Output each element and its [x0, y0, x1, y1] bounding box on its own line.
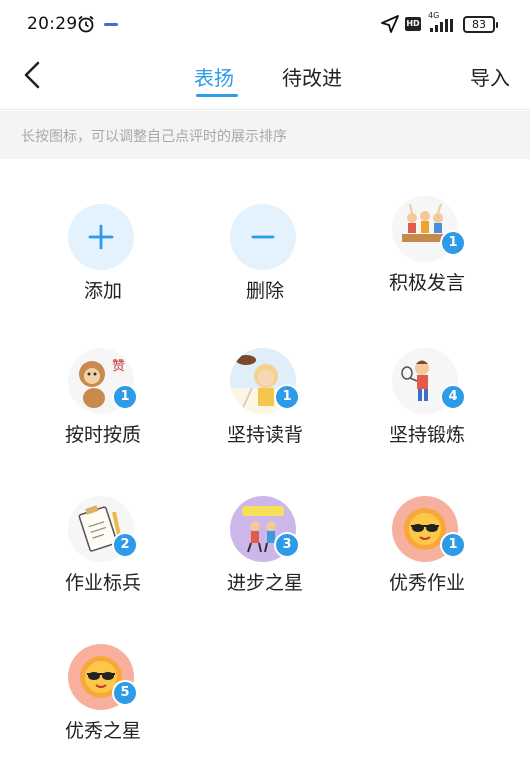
comment-item[interactable]: 1 积极发言: [339, 160, 515, 310]
item-label: 进步之星: [226, 572, 303, 594]
comment-item[interactable]: 1 优秀作业: [339, 456, 515, 606]
add-circle[interactable]: [68, 204, 134, 270]
app-notification-icon: [104, 23, 118, 26]
status-time: 20:29: [27, 14, 78, 34]
delete-item-button[interactable]: 删除: [177, 160, 353, 310]
battery-indicator: 83: [463, 16, 498, 33]
delete-circle[interactable]: [230, 204, 296, 270]
hd-badge: HD: [405, 17, 421, 31]
item-label: 坚持锻炼: [388, 424, 465, 446]
item-count-badge: 4: [440, 384, 466, 410]
item-label: 作业标兵: [64, 572, 141, 594]
comment-item[interactable]: 2 作业标兵: [15, 456, 191, 606]
item-label: 坚持读背: [226, 424, 303, 446]
alarm-icon: [78, 15, 94, 33]
item-count-badge: 5: [112, 680, 138, 706]
signal-icon: [430, 19, 453, 32]
item-count-badge: 1: [112, 384, 138, 410]
status-bar: 20:29 HD 4G 83: [0, 0, 530, 48]
item-count-badge: 2: [112, 532, 138, 558]
item-label: 积极发言: [388, 272, 465, 294]
header: 表扬 待改进 导入: [0, 48, 530, 110]
comment-item[interactable]: 1 坚持读背: [177, 308, 353, 458]
plus-icon: [88, 224, 114, 250]
item-count-badge: 1: [440, 230, 466, 256]
location-arrow-icon: [381, 15, 399, 33]
hint-text: 长按图标，可以调整自己点评时的展示排序: [21, 129, 287, 145]
comment-item[interactable]: 4 坚持锻炼: [339, 308, 515, 458]
item-label: 按时按质: [64, 424, 141, 446]
tab-praise[interactable]: 表扬: [194, 62, 234, 91]
tab-needs-improvement[interactable]: 待改进: [282, 62, 342, 91]
item-count-badge: 1: [274, 384, 300, 410]
item-label: 优秀之星: [64, 720, 141, 742]
hint-banner: 长按图标，可以调整自己点评时的展示排序: [0, 111, 530, 159]
comment-item[interactable]: 赞 1 按时按质: [15, 308, 191, 458]
delete-label: 删除: [245, 280, 284, 302]
active-tab-indicator: [196, 94, 238, 97]
item-count-badge: 1: [440, 532, 466, 558]
item-label: 优秀作业: [388, 572, 465, 594]
comment-item[interactable]: 3 进步之星: [177, 456, 353, 606]
comment-item[interactable]: 5 优秀之星: [15, 604, 191, 754]
back-icon[interactable]: [18, 60, 46, 90]
add-item-button[interactable]: 添加: [15, 160, 191, 310]
minus-icon: [251, 235, 275, 239]
svg-text:赞: 赞: [112, 359, 125, 374]
add-label: 添加: [83, 280, 122, 302]
item-count-badge: 3: [274, 532, 300, 558]
import-button[interactable]: 导入: [470, 62, 510, 91]
